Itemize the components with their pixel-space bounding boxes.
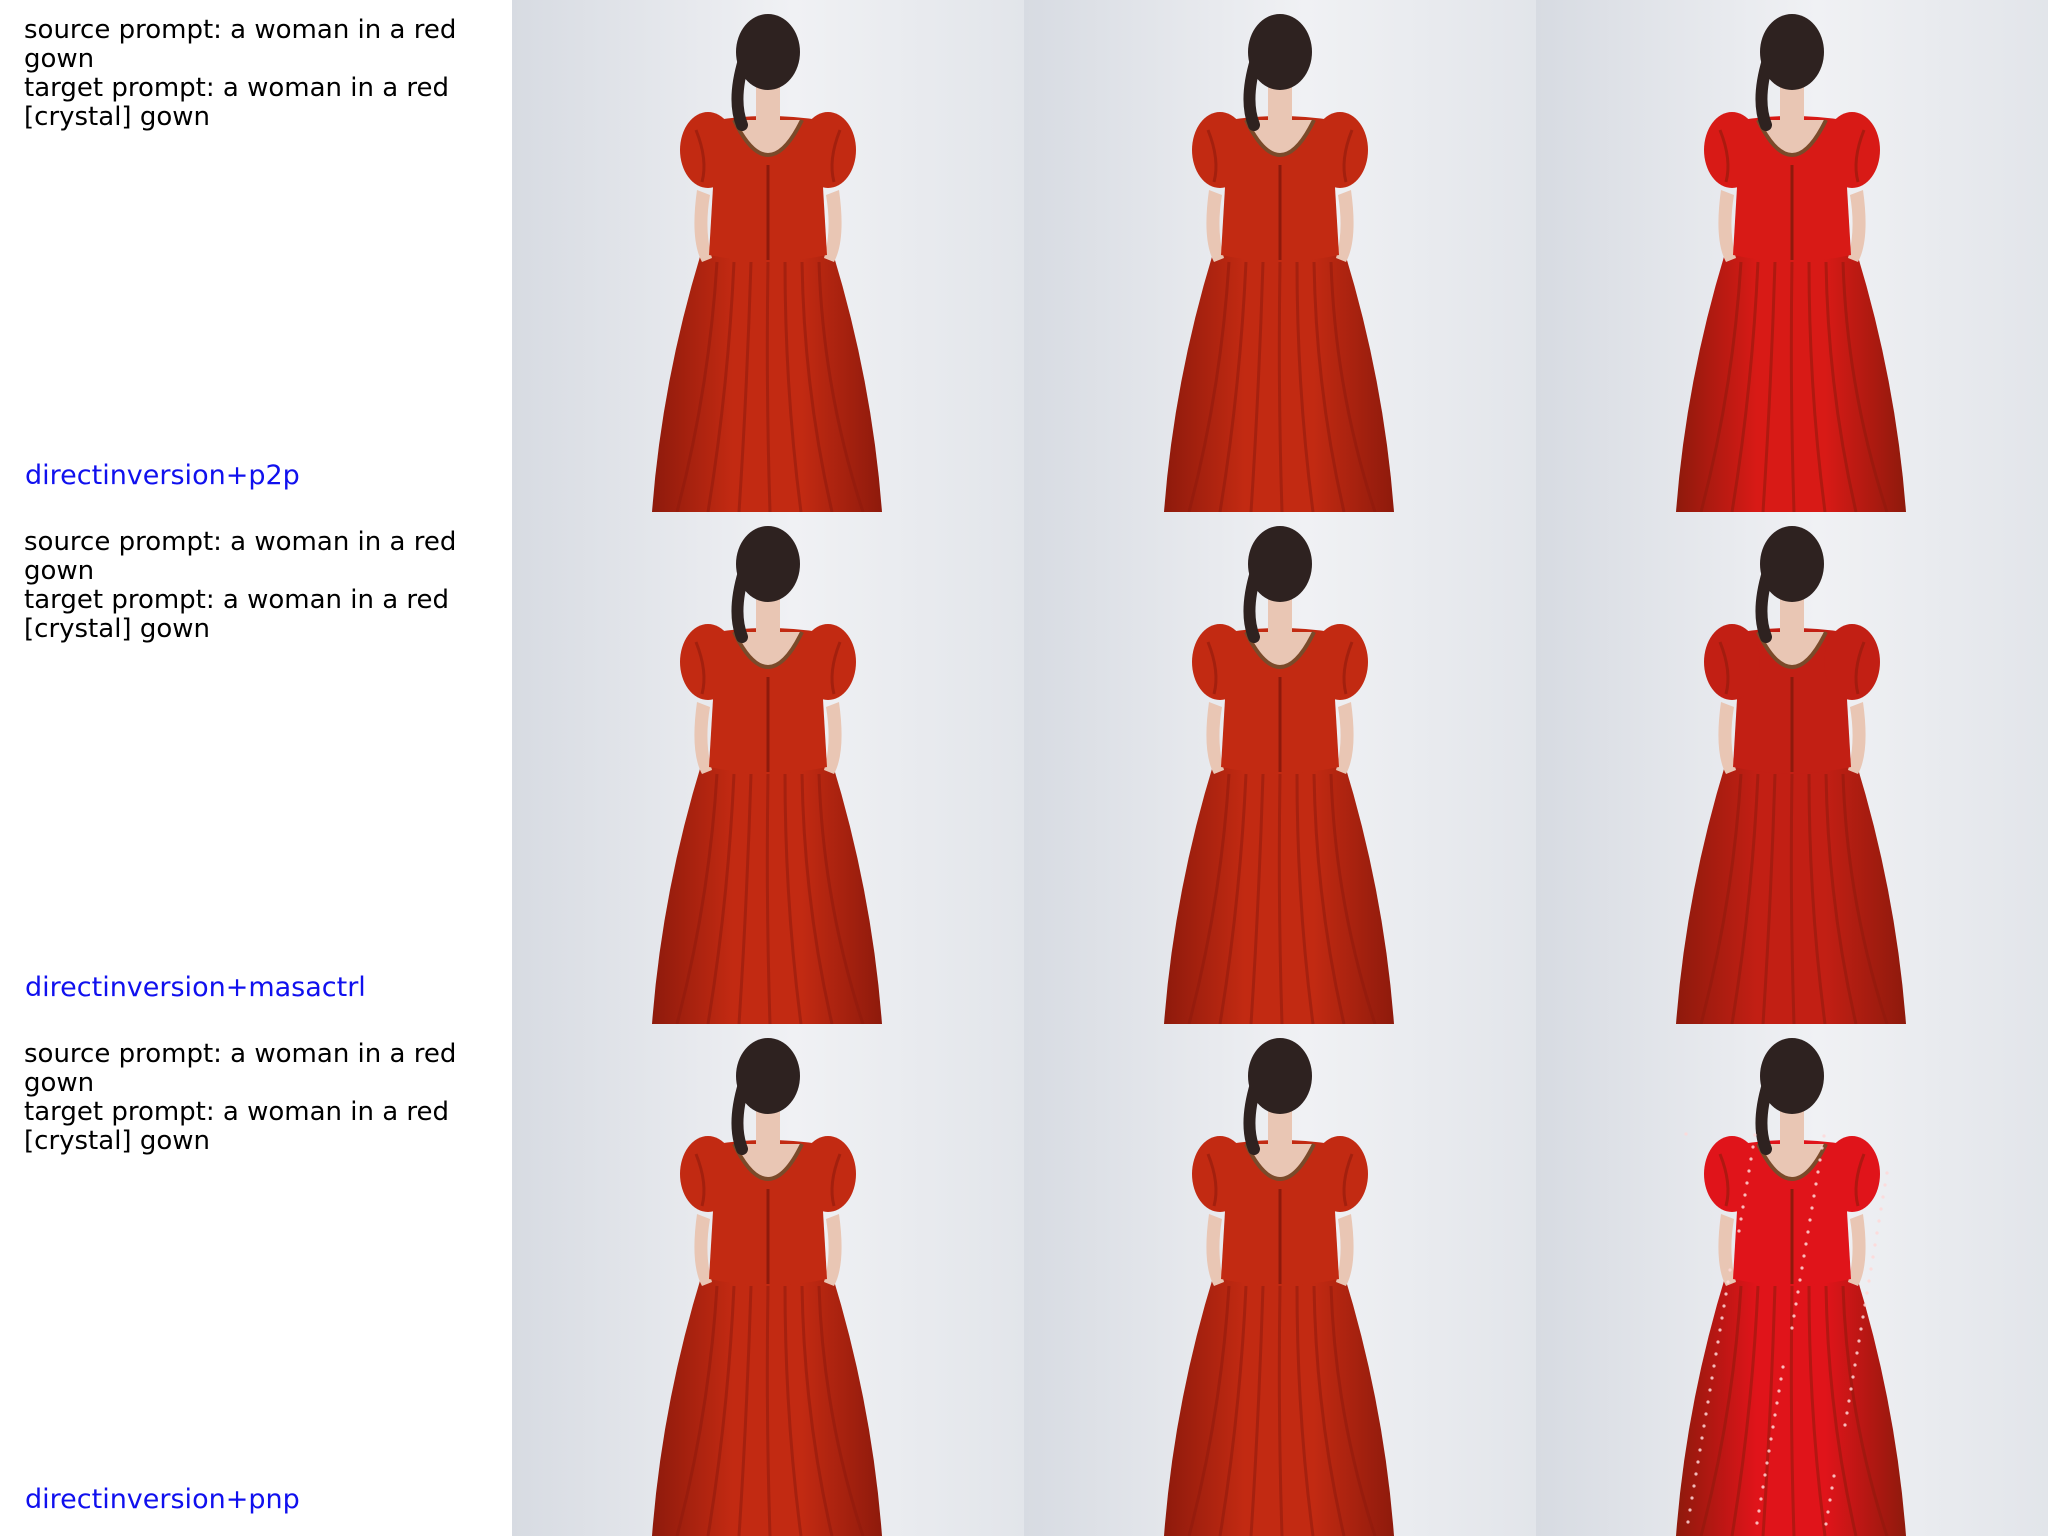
prompt-text: source prompt: a woman in a red gown tar… xyxy=(24,16,464,132)
comparison-row-1: source prompt: a woman in a red gown tar… xyxy=(0,0,2048,512)
left-sleeve xyxy=(1192,112,1248,188)
hair xyxy=(1248,526,1312,602)
right-sleeve xyxy=(1824,624,1880,700)
right-sleeve xyxy=(1312,112,1368,188)
prompt-text: source prompt: a woman in a red gown tar… xyxy=(24,528,464,644)
edited-image xyxy=(1536,1024,2048,1536)
hair xyxy=(736,526,800,602)
source-image xyxy=(512,0,1024,512)
right-sleeve xyxy=(1824,1136,1880,1212)
target-prompt: target prompt: a woman in a red [crystal… xyxy=(24,585,450,644)
left-sleeve xyxy=(680,624,736,700)
row-label-panel: source prompt: a woman in a red gown tar… xyxy=(0,0,512,512)
hair xyxy=(1248,1038,1312,1114)
edited-image xyxy=(1536,512,2048,1024)
left-sleeve xyxy=(1192,1136,1248,1212)
source-prompt: source prompt: a woman in a red gown xyxy=(24,1039,457,1098)
source-prompt: source prompt: a woman in a red gown xyxy=(24,527,457,586)
left-sleeve xyxy=(1704,112,1760,188)
source-image xyxy=(512,512,1024,1024)
inverted-image xyxy=(1024,1024,1536,1536)
method-label: directinversion+pnp xyxy=(25,1484,300,1515)
hair xyxy=(1760,1038,1824,1114)
method-label: directinversion+masactrl xyxy=(25,972,366,1003)
row-label-panel: source prompt: a woman in a red gown tar… xyxy=(0,512,512,1024)
hair xyxy=(1760,526,1824,602)
inverted-image xyxy=(1024,512,1536,1024)
source-prompt: source prompt: a woman in a red gown xyxy=(24,15,457,74)
inverted-image xyxy=(1024,0,1536,512)
hair xyxy=(736,14,800,90)
target-prompt: target prompt: a woman in a red [crystal… xyxy=(24,1097,450,1156)
left-sleeve xyxy=(1192,624,1248,700)
right-sleeve xyxy=(1312,1136,1368,1212)
right-sleeve xyxy=(800,112,856,188)
hair xyxy=(1248,14,1312,90)
left-sleeve xyxy=(680,112,736,188)
method-label: directinversion+p2p xyxy=(25,460,300,491)
right-sleeve xyxy=(1312,624,1368,700)
row-label-panel: source prompt: a woman in a red gown tar… xyxy=(0,1024,512,1536)
source-image xyxy=(512,1024,1024,1536)
hair xyxy=(736,1038,800,1114)
right-sleeve xyxy=(800,624,856,700)
comparison-row-2: source prompt: a woman in a red gown tar… xyxy=(0,512,2048,1024)
left-sleeve xyxy=(1704,624,1760,700)
edited-image xyxy=(1536,0,2048,512)
left-sleeve xyxy=(680,1136,736,1212)
hair xyxy=(1760,14,1824,90)
right-sleeve xyxy=(800,1136,856,1212)
prompt-text: source prompt: a woman in a red gown tar… xyxy=(24,1040,464,1156)
right-sleeve xyxy=(1824,112,1880,188)
comparison-row-3: source prompt: a woman in a red gown tar… xyxy=(0,1024,2048,1536)
target-prompt: target prompt: a woman in a red [crystal… xyxy=(24,73,450,132)
